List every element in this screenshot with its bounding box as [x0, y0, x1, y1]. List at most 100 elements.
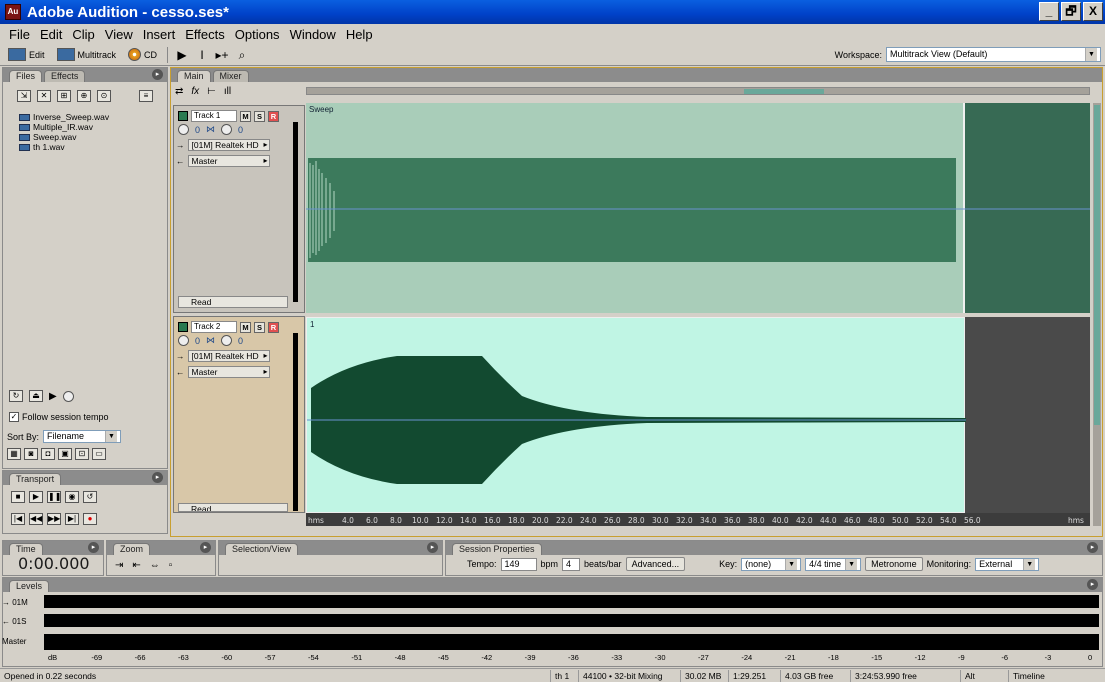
tab-session-properties[interactable]: Session Properties	[452, 543, 542, 555]
automation-select[interactable]: Read	[178, 296, 288, 308]
tempo-field[interactable]: 149	[500, 557, 537, 571]
panel-menu-icon[interactable]: ▸	[427, 542, 438, 553]
panel-menu-icon[interactable]: ▸	[200, 542, 211, 553]
timeline-ruler[interactable]: hms 4.0 6.0 8.0 10.0 12.0 14.0 16.0 18.0…	[306, 513, 1090, 526]
eq-icon[interactable]: ıll	[224, 86, 231, 97]
volume-knob[interactable]	[62, 390, 74, 402]
tab-main[interactable]: Main	[177, 70, 211, 82]
zoom-full-icon[interactable]: ⇔	[150, 560, 160, 571]
beats-field[interactable]: 4	[562, 557, 581, 571]
auto-play-icon[interactable]: ⏏	[29, 390, 43, 402]
tab-files[interactable]: Files	[9, 70, 43, 82]
go-to-end-icon[interactable]: ▶|	[65, 513, 79, 525]
rewind-icon[interactable]: ◀◀	[29, 513, 43, 525]
menu-window[interactable]: Window	[285, 27, 341, 42]
record-icon[interactable]: ●	[83, 513, 97, 525]
edit-view-button[interactable]: Edit	[4, 47, 49, 62]
track-header-1[interactable]: Track 1MSR 0 ⋈ 0 →[01M] Realtek HD ←Master…	[173, 105, 305, 313]
audio-clip-1[interactable]: 1	[306, 317, 966, 513]
time-selection-tool-icon[interactable]: I	[194, 48, 210, 62]
input-select[interactable]: [01M] Realtek HD	[187, 350, 270, 362]
list-item[interactable]: Multiple_IR.wav	[3, 122, 163, 132]
import-file-icon[interactable]: ⇲	[17, 90, 31, 102]
pause-icon[interactable]: ❚❚	[47, 491, 61, 503]
zoom-out-icon[interactable]: ⇤	[132, 560, 140, 571]
panel-menu-icon[interactable]: ▸	[152, 472, 163, 483]
zoom-in-icon[interactable]: ⇥	[115, 560, 123, 571]
vertical-scrollbar[interactable]	[1093, 103, 1101, 526]
track-name-field[interactable]: Track 2	[191, 321, 237, 333]
metronome-button[interactable]: Metronome	[865, 557, 923, 571]
list-item[interactable]: Inverse_Sweep.wav	[3, 112, 163, 122]
menu-clip[interactable]: Clip	[67, 27, 99, 42]
panel-menu-icon[interactable]: ▸	[88, 542, 99, 553]
menu-edit[interactable]: Edit	[35, 27, 67, 42]
track-name-field[interactable]: Track 1	[191, 110, 237, 122]
input-select[interactable]: [01M] Realtek HD	[187, 139, 270, 151]
hybrid-tool-icon[interactable]: ▸+	[214, 48, 230, 62]
folder-icon[interactable]: ▭	[92, 448, 106, 460]
close-button[interactable]: X	[1083, 2, 1103, 21]
panel-menu-icon[interactable]: ▸	[152, 69, 163, 80]
record-arm-button[interactable]: R	[268, 110, 279, 122]
cd-view-button[interactable]: CD	[124, 47, 161, 62]
sort-select[interactable]: Filename ▼	[43, 430, 122, 443]
scroll-thumb[interactable]	[744, 89, 824, 94]
tab-selection-view[interactable]: Selection/View	[225, 543, 298, 555]
time-signature-select[interactable]: 4/4 time ▼	[805, 557, 862, 571]
stop-icon[interactable]: ■	[11, 491, 25, 503]
menu-insert[interactable]: Insert	[138, 27, 181, 42]
pan-knob[interactable]	[221, 335, 233, 346]
close-file-icon[interactable]: ✕	[37, 90, 51, 102]
mute-button[interactable]: M	[240, 321, 251, 333]
play-icon[interactable]: ▶	[29, 491, 43, 503]
menu-view[interactable]: View	[100, 27, 138, 42]
restore-button[interactable]: 🗗	[1061, 2, 1081, 21]
menu-help[interactable]: Help	[341, 27, 378, 42]
play-icon[interactable]: ▶	[49, 391, 57, 402]
options-icon[interactable]: ≡	[139, 90, 153, 102]
zoom-selection-icon[interactable]: ▫	[169, 560, 173, 571]
panel-menu-icon[interactable]: ▸	[1087, 542, 1098, 553]
solo-button[interactable]: S	[254, 110, 265, 122]
list-item[interactable]: Sweep.wav	[3, 132, 163, 142]
monitoring-select[interactable]: External ▼	[975, 557, 1040, 571]
loop-icon[interactable]: ↻	[9, 390, 23, 402]
menu-options[interactable]: Options	[230, 27, 285, 42]
play-from-cursor-icon[interactable]: ◉	[65, 491, 79, 503]
zoom-tool-icon[interactable]: ⌕	[234, 48, 250, 62]
full-path-icon[interactable]: ⊡	[75, 448, 89, 460]
scroll-thumb[interactable]	[1094, 105, 1100, 425]
solo-button[interactable]: S	[254, 321, 265, 333]
mute-button[interactable]: M	[240, 110, 251, 122]
panel-menu-icon[interactable]: ▸	[1087, 579, 1098, 590]
effects-icon[interactable]: fx	[191, 86, 199, 97]
horizontal-scrollbar[interactable]	[306, 87, 1090, 95]
minimize-button[interactable]: _	[1039, 2, 1059, 21]
show-midi-icon[interactable]: ◘	[41, 448, 55, 460]
multitrack-view-button[interactable]: Multitrack	[53, 47, 121, 62]
tab-levels[interactable]: Levels	[9, 580, 50, 592]
automation-select[interactable]: Read	[178, 503, 288, 512]
edit-file-icon[interactable]: ⊙	[97, 90, 111, 102]
volume-knob[interactable]	[178, 335, 189, 346]
inputs-outputs-icon[interactable]: ⇄	[175, 86, 183, 97]
loop-play-icon[interactable]: ↺	[83, 491, 97, 503]
key-select[interactable]: (none) ▼	[741, 557, 802, 571]
list-item[interactable]: th 1.wav	[3, 142, 163, 152]
audio-clip-sweep[interactable]: Sweep	[306, 103, 965, 313]
workspace-select[interactable]: Multitrack View (Default) ▼	[886, 47, 1101, 62]
tab-effects[interactable]: Effects	[44, 70, 86, 82]
menu-effects[interactable]: Effects	[180, 27, 230, 42]
insert-cd-icon[interactable]: ⊕	[77, 90, 91, 102]
tab-zoom[interactable]: Zoom	[113, 543, 151, 555]
track-header-2[interactable]: Track 2MSR 0 ⋈ 0 →[01M] Realtek HD ←Master…	[173, 316, 305, 513]
pan-knob[interactable]	[221, 124, 233, 135]
menu-file[interactable]: File	[4, 27, 35, 42]
advanced-button[interactable]: Advanced...	[625, 557, 686, 571]
insert-multitrack-icon[interactable]: ⊞	[57, 90, 71, 102]
output-select[interactable]: Master	[187, 155, 270, 167]
go-to-start-icon[interactable]: |◀	[11, 513, 25, 525]
tab-mixer[interactable]: Mixer	[212, 70, 249, 82]
move-tool-icon[interactable]: ▶	[174, 48, 190, 62]
